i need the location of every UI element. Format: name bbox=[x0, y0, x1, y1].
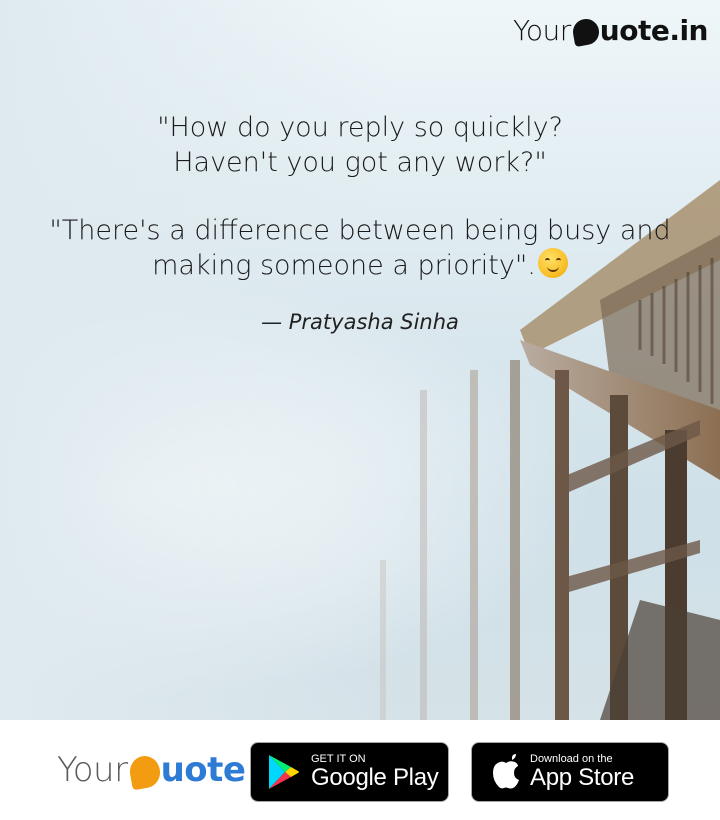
app-store-badge[interactable]: Download on the App Store bbox=[471, 742, 669, 802]
quote-text: "How do you reply so quickly? Haven't yo… bbox=[0, 110, 720, 283]
quote-line-3: "There's a difference between being busy… bbox=[49, 215, 671, 246]
author-name: — Pratyasha Sinha bbox=[261, 310, 459, 334]
footer-bar: Your uote GET IT ON Google Play Download… bbox=[0, 720, 720, 820]
smiling-emoji-icon bbox=[537, 248, 568, 278]
brand-uote: uote bbox=[160, 750, 246, 790]
app-store-large-text: App Store bbox=[530, 764, 635, 791]
quote-card: Your uote.in "How do you reply so quickl… bbox=[0, 0, 720, 720]
google-play-icon bbox=[269, 755, 299, 789]
quote-line-2: Haven't you got any work?" bbox=[173, 147, 547, 178]
yourquote-logo-top: Your uote.in bbox=[513, 14, 709, 47]
brand-your-bottom: Your bbox=[57, 750, 128, 790]
yourquote-logo-bottom: Your uote bbox=[57, 740, 246, 800]
google-play-badge[interactable]: GET IT ON Google Play bbox=[250, 742, 449, 802]
brand-your: Your bbox=[513, 14, 571, 47]
brand-uote-in: uote.in bbox=[599, 14, 709, 47]
bridge-image bbox=[0, 0, 720, 720]
quote-bubble-icon bbox=[127, 753, 163, 791]
apple-icon bbox=[493, 754, 519, 789]
quote-line-1: "How do you reply so quickly? bbox=[157, 112, 563, 143]
quote-line-4-wrap: making someone a priority". bbox=[0, 248, 720, 283]
google-play-large-text: Google Play bbox=[311, 764, 439, 791]
quote-bubble-icon bbox=[570, 16, 601, 47]
quote-line-4: making someone a priority". bbox=[152, 250, 536, 281]
